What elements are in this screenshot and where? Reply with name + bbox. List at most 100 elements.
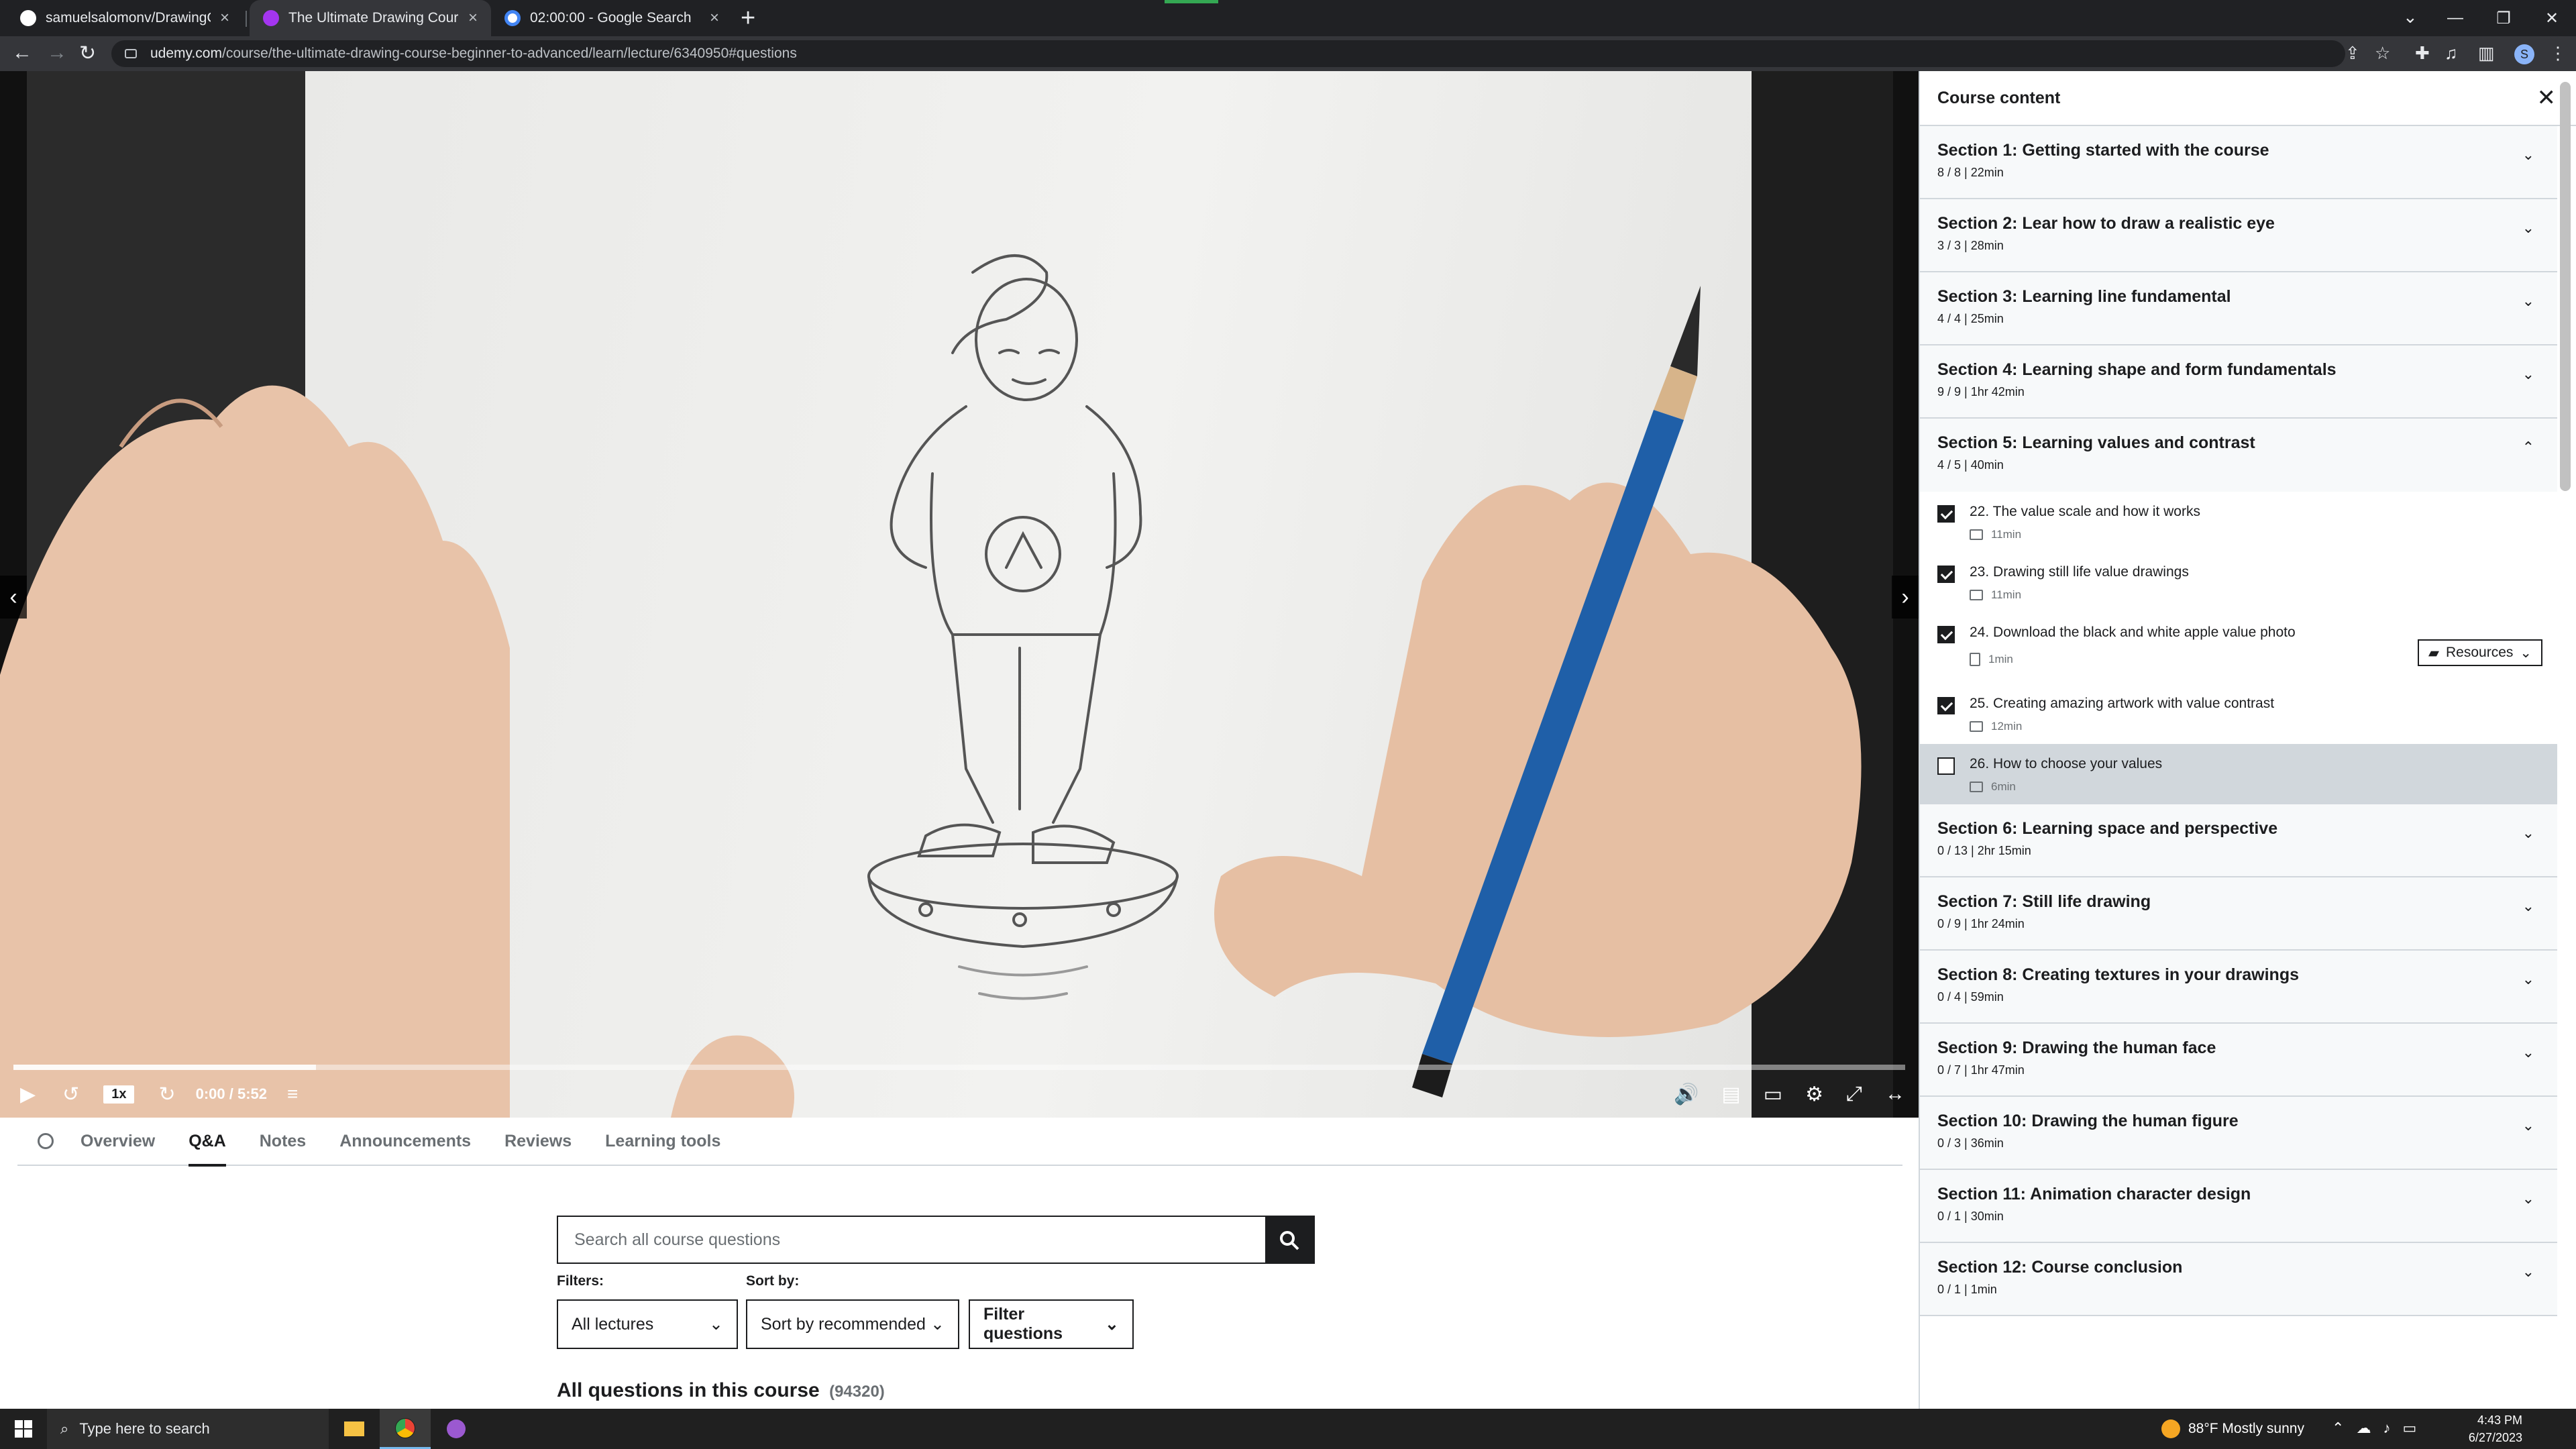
video-progress-bar[interactable] bbox=[13, 1065, 1905, 1070]
play-icon[interactable]: ▶ bbox=[20, 1083, 36, 1106]
lecture-checkbox[interactable] bbox=[1937, 626, 1955, 643]
close-icon[interactable]: ✕ bbox=[2537, 85, 2557, 111]
volume-icon[interactable]: 🔊 bbox=[1674, 1083, 1699, 1106]
close-tab-icon[interactable]: × bbox=[468, 9, 478, 28]
restore-icon[interactable]: ❐ bbox=[2479, 9, 2528, 28]
section-9[interactable]: Section 9: Drawing the human face 0 / 7 … bbox=[1920, 1024, 2557, 1097]
lecture-item-current[interactable]: 26. How to choose your values 6min bbox=[1920, 744, 2557, 804]
video-player[interactable]: ‹ › ▶ ↺ 1x ↻ 0:00 / 5:52 ≡ 🔊 ▤ ▭ ⚙ ⤢ ↔ bbox=[0, 71, 1919, 1118]
reload-icon[interactable]: ↻ bbox=[79, 42, 96, 65]
window-controls: — ❐ ✕ bbox=[2431, 0, 2576, 36]
lecture-filter-dropdown[interactable]: All lectures ⌄ bbox=[557, 1299, 738, 1349]
section-1[interactable]: Section 1: Getting started with the cour… bbox=[1920, 126, 2557, 199]
github-desktop-icon[interactable] bbox=[431, 1409, 482, 1449]
lecture-item[interactable]: 24. Download the black and white apple v… bbox=[1920, 612, 2557, 684]
close-tab-icon[interactable]: × bbox=[220, 9, 229, 28]
browser-tab-github[interactable]: samuelsalomonv/DrawingCourse × bbox=[7, 0, 243, 36]
section-6[interactable]: Section 6: Learning space and perspectiv… bbox=[1920, 804, 2557, 877]
previous-lecture-arrow-icon[interactable]: ‹ bbox=[0, 576, 27, 619]
browser-toolbar: ← → ↻ udemy.com/course/the-ultimate-draw… bbox=[0, 36, 2576, 71]
lecture-title: 25. Creating amazing artwork with value … bbox=[1970, 696, 2275, 711]
expand-width-icon[interactable]: ↔ bbox=[1885, 1083, 1905, 1106]
forward-icon[interactable]: ↻ bbox=[158, 1083, 175, 1106]
next-lecture-arrow-icon[interactable]: › bbox=[1892, 576, 1919, 619]
sidebar-scrollbar[interactable] bbox=[2560, 82, 2571, 491]
section-title: Section 7: Still life drawing bbox=[1937, 892, 2151, 911]
section-3[interactable]: Section 3: Learning line fundamental 4 /… bbox=[1920, 272, 2557, 345]
battery-icon[interactable]: ▭ bbox=[2402, 1419, 2416, 1437]
section-12[interactable]: Section 12: Course conclusion 0 / 1 | 1m… bbox=[1920, 1243, 2557, 1316]
profile-avatar[interactable]: S bbox=[2514, 44, 2534, 64]
search-icon bbox=[1280, 1231, 1299, 1250]
lecture-checkbox[interactable] bbox=[1937, 757, 1955, 775]
lecture-item[interactable]: 22. The value scale and how it works 11m… bbox=[1920, 492, 2557, 552]
tab-overview[interactable]: Overview bbox=[80, 1117, 155, 1165]
side-panel-icon[interactable]: ▥ bbox=[2478, 43, 2495, 64]
browser-menu-icon[interactable]: ⋮ bbox=[2549, 43, 2567, 64]
lecture-item[interactable]: 23. Drawing still life value drawings 11… bbox=[1920, 552, 2557, 612]
network-icon[interactable]: ☁ bbox=[2356, 1419, 2371, 1437]
captions-icon[interactable]: ▭ bbox=[1764, 1083, 1782, 1106]
browser-tab-udemy[interactable]: The Ultimate Drawing Course - B × bbox=[250, 0, 491, 36]
lecture-item[interactable]: 25. Creating amazing artwork with value … bbox=[1920, 684, 2557, 744]
add-note-icon[interactable]: ≡ bbox=[287, 1083, 298, 1105]
rewind-icon[interactable]: ↺ bbox=[62, 1083, 79, 1106]
close-window-icon[interactable]: ✕ bbox=[2528, 9, 2576, 28]
extensions-icon[interactable]: ✚ bbox=[2415, 43, 2430, 64]
qa-search-button[interactable] bbox=[1265, 1217, 1313, 1264]
section-5[interactable]: Section 5: Learning values and contrast … bbox=[1920, 419, 2557, 492]
section-7[interactable]: Section 7: Still life drawing 0 / 9 | 1h… bbox=[1920, 877, 2557, 951]
tab-notes[interactable]: Notes bbox=[260, 1117, 306, 1165]
section-title: Section 5: Learning values and contrast bbox=[1937, 433, 2255, 452]
start-button[interactable] bbox=[0, 1420, 47, 1438]
taskbar-weather[interactable]: 88°F Mostly sunny bbox=[2161, 1409, 2304, 1449]
lecture-checkbox[interactable] bbox=[1937, 505, 1955, 523]
section-2[interactable]: Section 2: Lear how to draw a realistic … bbox=[1920, 199, 2557, 272]
back-icon[interactable]: ← bbox=[12, 42, 32, 64]
tab-learning-tools[interactable]: Learning tools bbox=[605, 1117, 720, 1165]
tab-announcements[interactable]: Announcements bbox=[339, 1117, 471, 1165]
media-controls-icon[interactable]: ♫ bbox=[2445, 43, 2458, 64]
fullscreen-icon[interactable]: ⤢ bbox=[1846, 1083, 1862, 1106]
section-8[interactable]: Section 8: Creating textures in your dra… bbox=[1920, 951, 2557, 1024]
section-meta: 9 / 9 | 1hr 42min bbox=[1937, 385, 2025, 398]
taskbar-clock[interactable]: 4:43 PM 6/27/2023 bbox=[2455, 1411, 2522, 1446]
volume-icon[interactable]: ♪ bbox=[2383, 1419, 2390, 1437]
close-tab-icon[interactable]: × bbox=[710, 9, 719, 28]
section-10[interactable]: Section 10: Drawing the human figure 0 /… bbox=[1920, 1097, 2557, 1170]
resources-button[interactable]: ▰ Resources ⌄ bbox=[2417, 639, 2542, 666]
browser-tab-google[interactable]: 02:00:00 - Google Search × bbox=[491, 0, 733, 36]
minimize-icon[interactable]: — bbox=[2431, 9, 2479, 28]
bookmark-star-icon[interactable]: ☆ bbox=[2375, 43, 2390, 64]
all-questions-heading: All questions in this course (94320) bbox=[557, 1379, 885, 1402]
filter-questions-button[interactable]: Filter questions ⌄ bbox=[969, 1299, 1134, 1349]
new-tab-button[interactable]: + bbox=[741, 4, 755, 33]
playback-speed-button[interactable]: 1x bbox=[103, 1085, 135, 1104]
tab-qa[interactable]: Q&A bbox=[189, 1117, 226, 1167]
lecture-checkbox[interactable] bbox=[1937, 697, 1955, 714]
forward-icon[interactable]: → bbox=[47, 42, 67, 64]
udemy-icon bbox=[263, 10, 279, 26]
lecture-checkbox[interactable] bbox=[1937, 566, 1955, 583]
section-4[interactable]: Section 4: Learning shape and form funda… bbox=[1920, 345, 2557, 419]
tab-title: samuelsalomonv/DrawingCourse bbox=[46, 10, 211, 25]
taskbar-search-input[interactable] bbox=[79, 1420, 281, 1438]
section-11[interactable]: Section 11: Animation character design 0… bbox=[1920, 1170, 2557, 1243]
share-icon[interactable]: ⇪ bbox=[2345, 43, 2360, 64]
sort-dropdown[interactable]: Sort by recommended ⌄ bbox=[746, 1299, 959, 1349]
taskbar-search[interactable]: ⌕ bbox=[47, 1409, 329, 1449]
chevron-up-icon[interactable]: ⌃ bbox=[2332, 1419, 2344, 1437]
tab-reviews[interactable]: Reviews bbox=[504, 1117, 572, 1165]
video-icon bbox=[1970, 782, 1983, 792]
file-explorer-icon[interactable] bbox=[329, 1409, 380, 1449]
course-tab-bar: Overview Q&A Notes Announcements Reviews… bbox=[17, 1117, 1902, 1167]
chrome-icon[interactable] bbox=[380, 1409, 431, 1449]
settings-gear-icon[interactable]: ⚙ bbox=[1805, 1083, 1823, 1106]
search-icon[interactable] bbox=[38, 1133, 54, 1149]
section-title: Section 9: Drawing the human face bbox=[1937, 1038, 2216, 1057]
qa-search-input[interactable] bbox=[558, 1217, 1265, 1263]
transcript-icon[interactable]: ▤ bbox=[1721, 1083, 1740, 1106]
tab-search-chevron-icon[interactable]: ⌄ bbox=[2403, 7, 2418, 28]
section-title: Section 10: Drawing the human figure bbox=[1937, 1112, 2239, 1130]
address-bar[interactable]: udemy.com/course/the-ultimate-drawing-co… bbox=[111, 40, 2345, 67]
